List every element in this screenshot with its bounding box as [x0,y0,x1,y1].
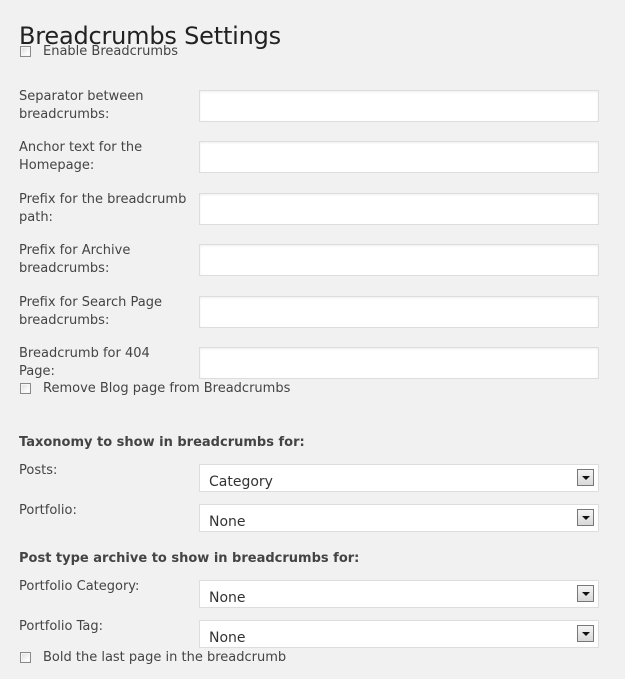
search-prefix-label: Prefix for Search Page breadcrumbs: [19,294,189,330]
posts-taxonomy-select[interactable]: Category [199,464,599,492]
404-label: Breadcrumb for 404 Page: [19,345,189,381]
homepage-anchor-input[interactable] [199,141,599,173]
enable-breadcrumbs-row: Enable Breadcrumbs [20,43,178,59]
homepage-anchor-label: Anchor text for the Homepage: [19,139,189,175]
chevron-down-icon[interactable] [577,585,594,602]
portfolio-taxonomy-label: Portfolio: [19,503,77,518]
portfolio-category-value: None [209,590,246,606]
posts-taxonomy-label: Posts: [19,463,58,478]
separator-input[interactable] [199,90,599,122]
archive-prefix-input[interactable] [199,244,599,276]
portfolio-category-select[interactable]: None [199,580,599,608]
remove-blog-row: Remove Blog page from Breadcrumbs [20,380,290,396]
archive-heading: Post type archive to show in breadcrumbs… [19,551,360,566]
homepage-anchor-label-line1: Anchor text for the [19,140,143,155]
path-prefix-label: Prefix for the breadcrumb path: [19,191,189,227]
bold-last-label[interactable]: Bold the last page in the breadcrumb [43,650,286,665]
separator-label-line1: Separator between [19,89,144,104]
search-prefix-label-line2: breadcrumbs: [19,313,110,328]
separator-label: Separator between breadcrumbs: [19,88,189,124]
path-prefix-input[interactable] [199,193,599,225]
enable-breadcrumbs-label[interactable]: Enable Breadcrumbs [43,44,178,59]
archive-prefix-label-line1: Prefix for Archive [19,243,131,258]
separator-label-line2: breadcrumbs: [19,107,110,122]
posts-taxonomy-value: Category [209,474,273,490]
portfolio-tag-select[interactable]: None [199,620,599,648]
search-prefix-label-line1: Prefix for Search Page [19,295,162,310]
search-prefix-input[interactable] [199,296,599,328]
bold-last-checkbox[interactable] [20,651,31,663]
chevron-down-icon[interactable] [577,469,594,486]
portfolio-category-label: Portfolio Category: [19,579,140,594]
homepage-anchor-label-line2: Homepage: [19,158,95,173]
404-input[interactable] [199,347,599,379]
chevron-down-icon[interactable] [577,509,594,526]
chevron-down-icon[interactable] [577,625,594,642]
taxonomy-heading: Taxonomy to show in breadcrumbs for: [19,435,305,450]
404-label-line1: Breadcrumb for 404 Page: [19,346,150,379]
path-prefix-label-line2: path: [19,210,53,225]
bold-last-row: Bold the last page in the breadcrumb [20,649,286,665]
archive-prefix-label: Prefix for Archive breadcrumbs: [19,242,189,278]
remove-blog-checkbox[interactable] [20,382,31,394]
enable-breadcrumbs-checkbox[interactable] [20,45,31,57]
archive-prefix-label-line2: breadcrumbs: [19,261,110,276]
portfolio-taxonomy-value: None [209,514,246,530]
portfolio-tag-value: None [209,630,246,646]
remove-blog-label[interactable]: Remove Blog page from Breadcrumbs [43,381,290,396]
portfolio-tag-label: Portfolio Tag: [19,619,103,634]
path-prefix-label-line1: Prefix for the breadcrumb [19,192,187,207]
portfolio-taxonomy-select[interactable]: None [199,504,599,532]
